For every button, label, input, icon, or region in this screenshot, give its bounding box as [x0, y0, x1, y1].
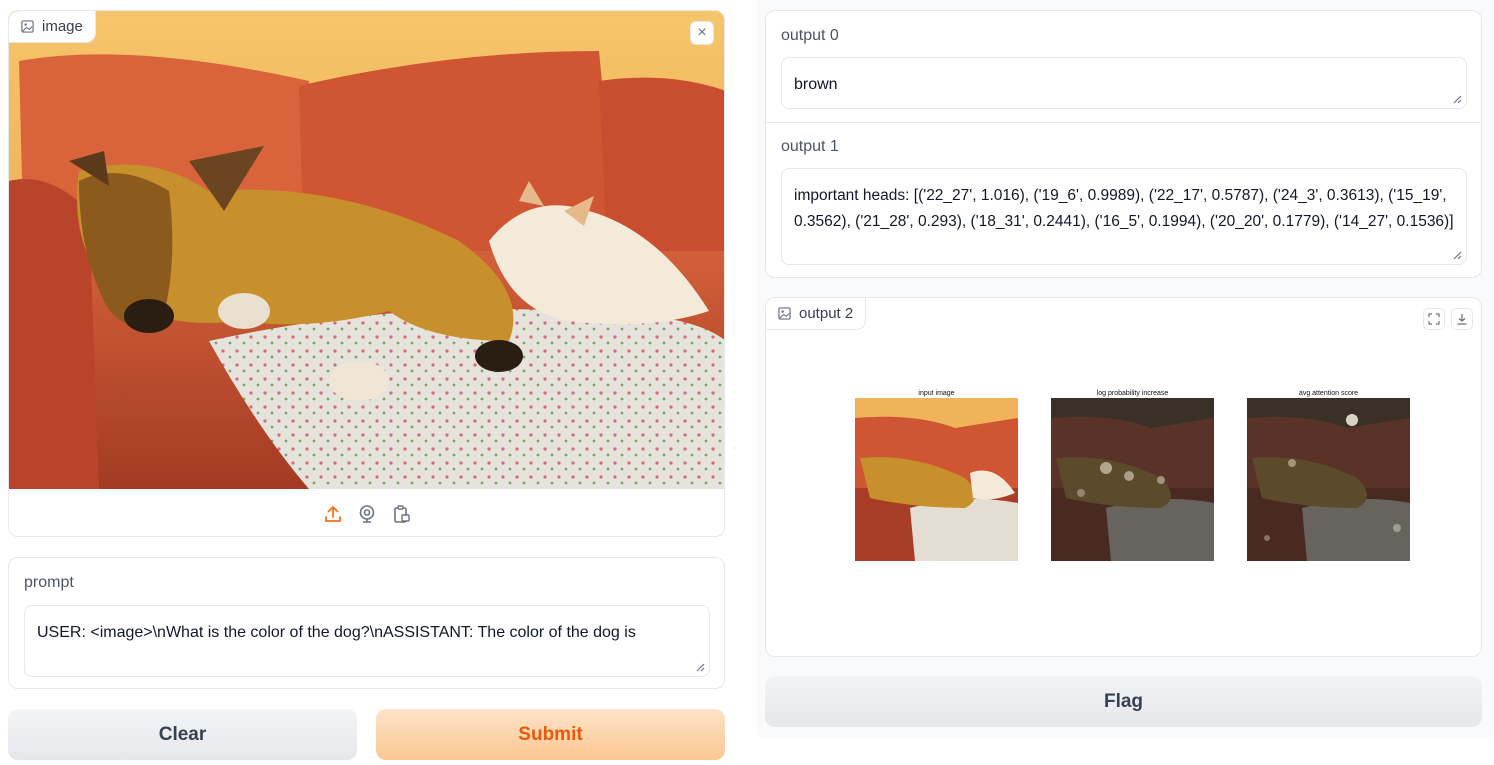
image-input-label: image	[9, 11, 96, 43]
output-0-textbox[interactable]: brown	[781, 57, 1467, 109]
submit-button[interactable]: Submit	[376, 709, 725, 760]
figure-title-log-prob: log probability increase	[1096, 390, 1169, 397]
download-button[interactable]	[1451, 308, 1473, 330]
prompt-value: USER: <image>\nWhat is the color of the …	[37, 624, 636, 641]
output-divider	[766, 122, 1481, 123]
clear-button[interactable]: Clear	[8, 709, 357, 760]
output-1-value: important heads: [('22_27', 1.016), ('19…	[794, 187, 1454, 230]
prompt-panel: prompt USER: <image>\nWhat is the color …	[8, 557, 725, 689]
prompt-label: prompt	[24, 574, 74, 591]
output-1-label: output 1	[781, 138, 839, 155]
image-output-panel: output 2 input image log probability inc…	[765, 297, 1482, 657]
output-0-value: brown	[794, 76, 838, 93]
output-1-textbox[interactable]: important heads: [('22_27', 1.016), ('19…	[781, 168, 1467, 265]
figure-title-input-image: input image	[918, 390, 955, 397]
upload-icon[interactable]	[322, 503, 344, 525]
image-input-panel[interactable]: image ×	[8, 10, 725, 537]
fullscreen-icon	[1428, 313, 1440, 325]
figure-input-image	[855, 398, 1018, 561]
image-icon	[778, 307, 791, 320]
resize-handle-icon[interactable]	[693, 660, 705, 672]
resize-handle-icon[interactable]	[1450, 92, 1462, 104]
uploaded-image	[9, 11, 724, 489]
text-outputs-panel: output 0 brown output 1 important heads:…	[765, 10, 1482, 278]
download-icon	[1457, 314, 1467, 325]
image-source-toolbar	[9, 489, 724, 536]
image-icon	[21, 20, 34, 33]
figure-title-attention: avg attention score	[1298, 390, 1359, 397]
resize-handle-icon[interactable]	[1450, 248, 1462, 260]
fullscreen-button[interactable]	[1423, 308, 1445, 330]
output-0-label: output 0	[781, 27, 839, 44]
figure-log-probability-increase	[1051, 398, 1214, 561]
prompt-textarea[interactable]: USER: <image>\nWhat is the color of the …	[24, 605, 710, 677]
remove-image-button[interactable]: ×	[690, 21, 714, 45]
webcam-icon[interactable]	[356, 503, 378, 525]
output-2-label: output 2	[766, 298, 867, 330]
image-input-label-text: image	[42, 18, 83, 35]
clipboard-icon[interactable]	[390, 503, 412, 525]
flag-button[interactable]: Flag	[765, 676, 1482, 727]
figure-avg-attention-score	[1247, 398, 1410, 561]
output-2-label-text: output 2	[799, 305, 854, 322]
